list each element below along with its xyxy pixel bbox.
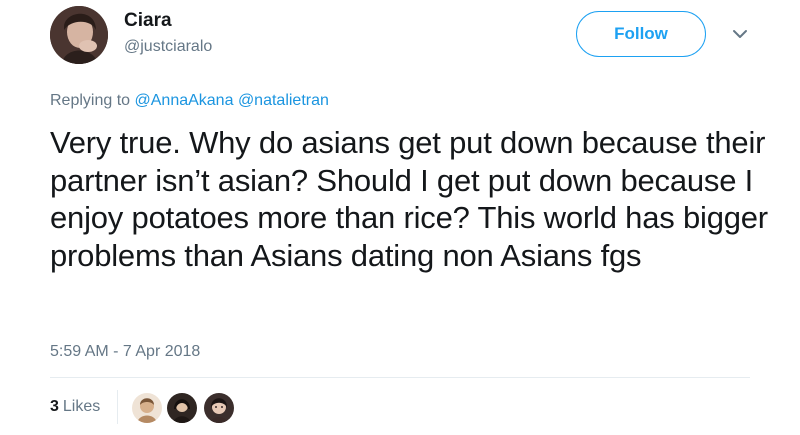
- mention-link[interactable]: @natalietran: [238, 92, 329, 109]
- divider: [50, 377, 750, 378]
- divider: [117, 390, 118, 424]
- mention-link[interactable]: @AnnaAkana: [135, 92, 234, 109]
- follow-button[interactable]: Follow: [576, 11, 706, 57]
- replying-to-label: Replying to: [50, 92, 131, 109]
- chevron-down-icon[interactable]: [730, 24, 750, 44]
- likes-number: 3: [50, 398, 59, 415]
- avatar[interactable]: [50, 6, 108, 64]
- liker-avatar[interactable]: [203, 392, 235, 424]
- tweet-timestamp[interactable]: 5:59 AM - 7 Apr 2018: [50, 343, 200, 361]
- liker-avatar[interactable]: [166, 392, 198, 424]
- tweet-text: Very true. Why do asians get put down be…: [50, 125, 768, 273]
- replying-to: Replying to @AnnaAkana @natalietran: [50, 92, 329, 110]
- likes-label: Likes: [62, 398, 101, 415]
- author-display-name[interactable]: Ciara: [124, 10, 172, 32]
- author-handle[interactable]: @justciaralo: [124, 38, 212, 56]
- likes-count[interactable]: 3 Likes: [50, 398, 100, 416]
- liker-avatar[interactable]: [131, 392, 163, 424]
- tweet: Ciara @justciaralo Follow Replying to @A…: [0, 0, 800, 435]
